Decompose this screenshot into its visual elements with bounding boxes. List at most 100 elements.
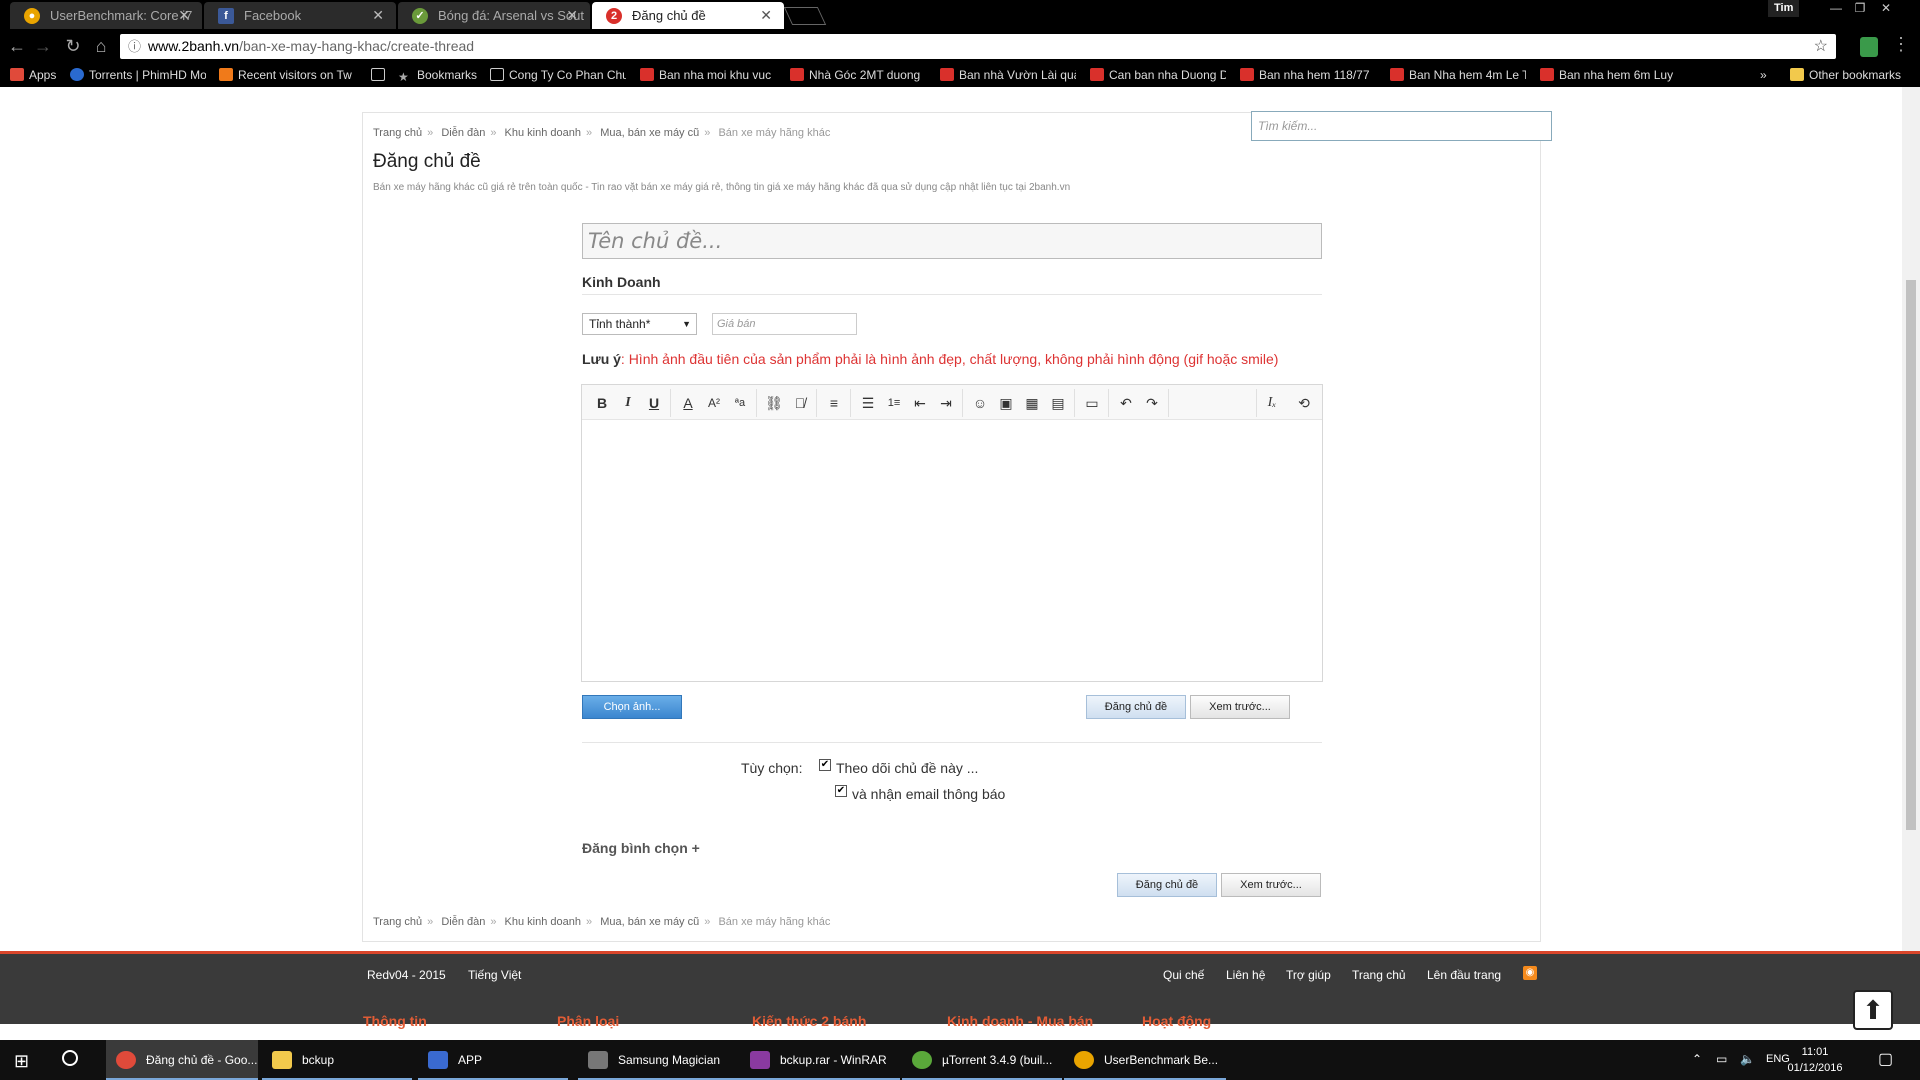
font-style-icon[interactable]: ªa [728,392,752,414]
breadcrumb-item[interactable]: Trang chủ [373,916,422,928]
extension-shield-icon[interactable] [1860,37,1878,57]
taskbar-item-utorrent[interactable]: µTorrent 3.4.9 (buil... [902,1040,1062,1080]
taskbar-item-userbenchmark[interactable]: UserBenchmark Be... [1064,1040,1226,1080]
other-bookmarks[interactable]: Other bookmarks [1790,64,1910,87]
bullet-list-icon[interactable]: ☰ [856,392,880,414]
search-input[interactable]: Tìm kiếm... [1251,111,1552,141]
minimize-icon[interactable]: — [1824,0,1848,17]
bookmarks-overflow[interactable]: » [1760,64,1774,87]
breadcrumb-item[interactable]: Mua, bán xe máy cũ [600,127,699,139]
home-icon[interactable]: ⌂ [90,36,112,57]
email-notify-label[interactable]: và nhận email thông báo [852,786,1005,802]
taskbar-item-bckup[interactable]: bckup [262,1040,412,1080]
rich-text-editor[interactable] [581,384,1323,682]
star-icon[interactable]: ☆ [1814,34,1828,59]
quote-icon[interactable]: ▤ [1046,392,1070,414]
profile-button[interactable]: Tim [1768,0,1800,17]
bookmark-item[interactable]: Ban nha hem 118/77 [1240,64,1376,87]
taskbar-item-app[interactable]: APP [418,1040,568,1080]
source-icon[interactable]: ⟲ [1292,392,1316,414]
font-size-icon[interactable]: A² [702,392,726,414]
close-icon[interactable]: ✕ [178,2,190,29]
bold-icon[interactable]: B [590,392,614,414]
windows-start-icon[interactable]: ⊞ [14,1051,29,1072]
underline-icon[interactable]: U [642,392,666,414]
tab-bongda[interactable]: ✓ Bóng đá: Arsenal vs Sout ✕ [398,2,590,29]
breadcrumb-item[interactable]: Mua, bán xe máy cũ [600,916,699,928]
footer-link[interactable]: Trợ giúp [1286,968,1331,982]
text-color-icon[interactable]: A [676,392,700,414]
breadcrumb-item[interactable]: Diễn đàn [441,127,485,139]
bookmark-item[interactable]: Nhà Góc 2MT duong [790,64,926,87]
menu-icon[interactable]: ⋮ [1892,34,1910,55]
address-bar[interactable]: ⓘ www.2banh.vn/ban-xe-may-hang-khac/creat… [120,34,1836,59]
scroll-to-top-icon[interactable]: ⬆ [1853,990,1893,1030]
smiley-icon[interactable]: ☺ [968,392,992,414]
indent-icon[interactable]: ⇥ [934,392,958,414]
number-list-icon[interactable]: 1≡ [882,392,906,414]
tab-dang-chu-de[interactable]: 2 Đăng chủ đề ✕ [592,2,784,29]
bookmark-item[interactable]: Can ban nha Duong D [1090,64,1226,87]
email-notify-checkbox[interactable]: ✔ [835,785,847,797]
bookmark-item[interactable]: Ban nhà Vườn Lài quả [940,64,1076,87]
image-icon[interactable]: ▣ [994,392,1018,414]
reload-icon[interactable]: ↻ [62,36,84,57]
media-icon[interactable]: ▦ [1020,392,1044,414]
post-poll-link[interactable]: Đăng bình chọn + [582,840,700,856]
network-icon[interactable]: ▭ [1716,1052,1727,1066]
forward-icon[interactable]: → [32,36,54,57]
link-icon[interactable]: ⛓ [762,392,786,414]
close-window-icon[interactable]: ✕ [1874,0,1898,17]
bookmark-item[interactable]: Ban nha moi khu vuc [640,64,776,87]
scrollbar-thumb[interactable] [1906,280,1916,830]
save-icon[interactable]: ▭ [1080,392,1104,414]
bookmark-item[interactable]: Torrents | PhimHD Mo [70,64,206,87]
bookmark-folder[interactable]: ★ Bookmarks [398,64,478,87]
volume-icon[interactable]: 🔈 [1740,1052,1755,1066]
footer-link[interactable]: Liên hệ [1226,968,1265,982]
bookmark-apps[interactable]: Apps [10,64,60,87]
notifications-icon[interactable]: ▢ [1878,1049,1893,1069]
preview-button-bottom[interactable]: Xem trước... [1221,873,1321,897]
watch-thread-checkbox[interactable]: ✔ [819,759,831,771]
thread-title-input[interactable]: Tên chủ đề... [582,223,1322,259]
cortana-icon[interactable] [62,1050,78,1066]
post-thread-button[interactable]: Đăng chủ đề [1086,695,1186,719]
close-icon[interactable]: ✕ [760,2,772,29]
breadcrumb-item[interactable]: Khu kinh doanh [505,916,581,928]
redo-icon[interactable]: ↷ [1140,392,1164,414]
align-icon[interactable]: ≡ [822,392,846,414]
footer-link[interactable]: Qui chế [1163,968,1204,982]
watch-thread-label[interactable]: Theo dõi chủ đề này ... [836,760,978,776]
rss-icon[interactable]: ◉ [1523,966,1537,980]
close-icon[interactable]: ✕ [566,2,578,29]
taskbar-item-winrar[interactable]: bckup.rar - WinRAR [740,1040,900,1080]
remove-format-icon[interactable]: Iₓ [1260,392,1284,414]
tray-chevron-icon[interactable]: ⌃ [1692,1052,1702,1066]
tab-userbenchmark[interactable]: ● UserBenchmark: Core i7 ✕ [10,2,202,29]
close-icon[interactable]: ✕ [372,2,384,29]
undo-icon[interactable]: ↶ [1114,392,1138,414]
breadcrumb-item[interactable]: Khu kinh doanh [505,127,581,139]
footer-link[interactable]: Trang chủ [1352,968,1406,982]
bookmark-item[interactable]: Recent visitors on Tw [219,64,357,87]
taskbar-item-chrome[interactable]: Đăng chủ đề - Goo... [106,1040,258,1080]
italic-icon[interactable]: I [616,392,640,414]
bookmark-item[interactable]: Cong Ty Co Phan Chu [490,64,626,87]
restore-icon[interactable]: ❐ [1848,0,1872,17]
footer-link[interactable]: Lên đầu trang [1427,968,1501,982]
province-select[interactable]: Tỉnh thành* ▼ [582,313,697,335]
bookmark-item[interactable]: Ban nha hem 6m Luy [1540,64,1676,87]
taskbar-item-samsung[interactable]: Samsung Magician [578,1040,740,1080]
choose-image-button[interactable]: Chọn ảnh... [582,695,682,719]
tab-facebook[interactable]: f Facebook ✕ [204,2,396,29]
preview-button[interactable]: Xem trước... [1190,695,1290,719]
breadcrumb-item[interactable]: Diễn đàn [441,916,485,928]
outdent-icon[interactable]: ⇤ [908,392,932,414]
post-thread-button-bottom[interactable]: Đăng chủ đề [1117,873,1217,897]
bookmark-item[interactable]: Ban Nha hem 4m Le T [1390,64,1526,87]
clock[interactable]: 11:01 01/12/2016 [1770,1044,1860,1076]
back-icon[interactable]: ← [6,36,28,57]
bookmark-item[interactable] [371,64,391,87]
breadcrumb-item[interactable]: Trang chủ [373,127,422,139]
